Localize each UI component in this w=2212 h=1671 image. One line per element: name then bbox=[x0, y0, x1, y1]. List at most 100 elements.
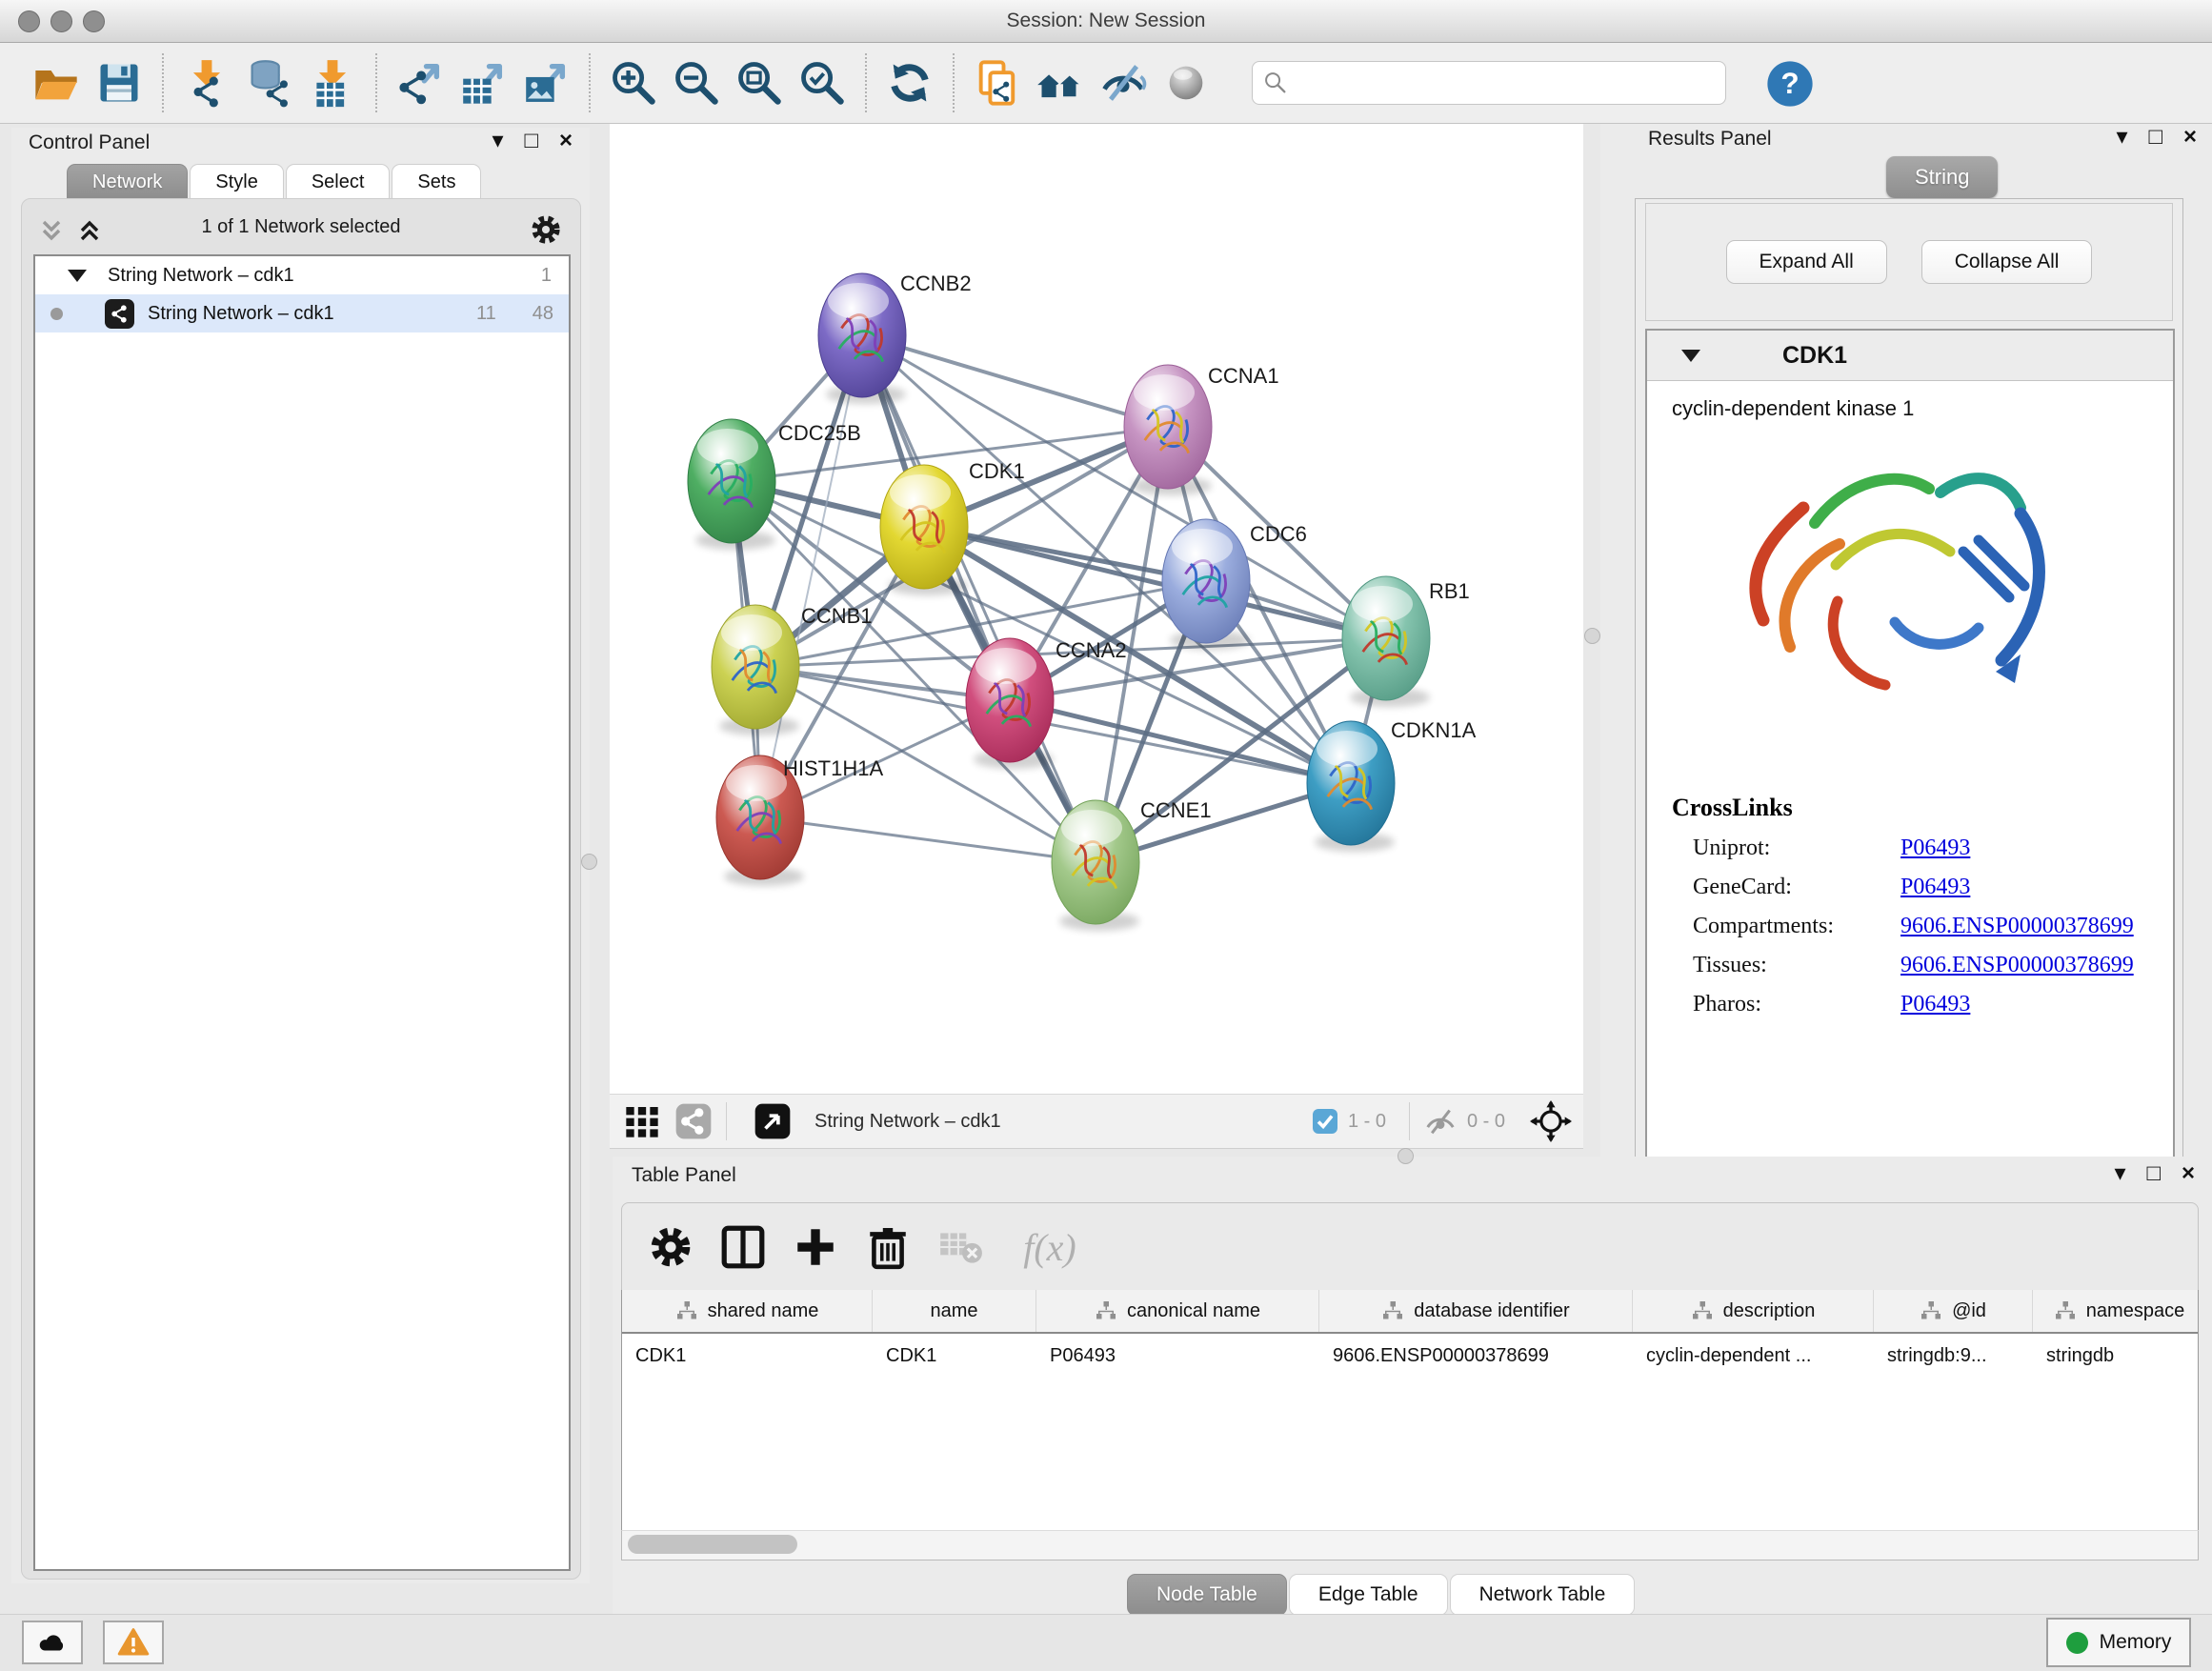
column-header-database-identifier[interactable]: database identifier bbox=[1319, 1290, 1633, 1332]
right-splitter-grip[interactable] bbox=[1584, 628, 1600, 644]
tab-select[interactable]: Select bbox=[286, 164, 391, 199]
crosslink-link[interactable]: 9606.ENSP00000378699 bbox=[1900, 953, 2134, 978]
column-header--id[interactable]: @id bbox=[1874, 1290, 2033, 1332]
node-CDC6[interactable]: CDC6 bbox=[1162, 519, 1307, 650]
export-network-button[interactable] bbox=[389, 50, 452, 116]
import-table-button[interactable] bbox=[301, 50, 364, 116]
tab-edge-table[interactable]: Edge Table bbox=[1289, 1574, 1448, 1616]
table-cell[interactable]: CDK1 bbox=[622, 1345, 873, 1367]
panel-menu-icon[interactable]: ▾ bbox=[2116, 126, 2127, 149]
node-CCNE1[interactable]: CCNE1 bbox=[1052, 798, 1212, 931]
close-panel-icon[interactable]: × bbox=[2182, 1162, 2195, 1185]
zoom-selected-button[interactable] bbox=[791, 50, 854, 116]
panel-menu-icon[interactable]: ▾ bbox=[492, 130, 503, 152]
zoom-in-button[interactable] bbox=[602, 50, 665, 116]
birds-eye-view-icon[interactable] bbox=[754, 1102, 792, 1140]
table-hscrollbar[interactable] bbox=[621, 1530, 2199, 1560]
tab-node-table[interactable]: Node Table bbox=[1127, 1574, 1287, 1616]
network-view-icon[interactable] bbox=[674, 1102, 713, 1140]
table-cell[interactable]: 9606.ENSP00000378699 bbox=[1319, 1345, 1633, 1367]
network-row[interactable]: String Network – cdk1 11 48 bbox=[35, 294, 569, 332]
bottom-splitter-grip[interactable] bbox=[1398, 1148, 1414, 1164]
left-splitter-grip[interactable] bbox=[581, 854, 597, 870]
zoom-out-button[interactable] bbox=[665, 50, 728, 116]
search-box[interactable] bbox=[1252, 61, 1726, 105]
close-panel-icon[interactable]: × bbox=[2183, 126, 2197, 149]
collapse-gene-icon[interactable] bbox=[1681, 350, 1700, 362]
column-header-namespace[interactable]: namespace bbox=[2033, 1290, 2199, 1332]
panel-menu-icon[interactable]: ▾ bbox=[2114, 1162, 2125, 1185]
crosslink-link[interactable]: 9606.ENSP00000378699 bbox=[1900, 914, 2134, 939]
memory-button[interactable]: Memory bbox=[2046, 1618, 2191, 1667]
table-cell[interactable]: stringdb:9... bbox=[1874, 1345, 2033, 1367]
node-CCNA1[interactable]: CCNA1 bbox=[1124, 364, 1279, 495]
tab-network-table[interactable]: Network Table bbox=[1450, 1574, 1636, 1616]
help-button[interactable]: ? bbox=[1759, 57, 1810, 109]
tab-sets[interactable]: Sets bbox=[392, 164, 481, 199]
tab-style[interactable]: Style bbox=[190, 164, 283, 199]
column-header-shared-name[interactable]: shared name bbox=[622, 1290, 873, 1332]
table-row[interactable]: CDK1CDK1P064939606.ENSP00000378699cyclin… bbox=[622, 1334, 2198, 1378]
collapse-all-button[interactable]: Collapse All bbox=[1921, 240, 2093, 284]
table-cell[interactable]: stringdb bbox=[2033, 1345, 2199, 1367]
first-neighbors-button[interactable] bbox=[1029, 50, 1092, 116]
toolbar-separator bbox=[865, 53, 867, 112]
duplicate-network-button[interactable] bbox=[966, 50, 1029, 116]
refresh-network-button[interactable] bbox=[878, 50, 941, 116]
show-columns-icon[interactable] bbox=[719, 1223, 767, 1271]
fit-selected-crosshair-icon[interactable] bbox=[1530, 1100, 1572, 1142]
crosslink-link[interactable]: P06493 bbox=[1900, 836, 1970, 861]
edge-CCNE1-CCNB2[interactable] bbox=[862, 335, 1096, 862]
cloud-status-button[interactable] bbox=[22, 1621, 83, 1664]
float-panel-icon[interactable]: □ bbox=[524, 130, 538, 152]
import-network-button[interactable] bbox=[175, 50, 238, 116]
delete-column-trash-icon[interactable] bbox=[864, 1223, 912, 1271]
expand-all-button[interactable]: Expand All bbox=[1726, 240, 1887, 284]
table-cell[interactable]: cyclin-dependent ... bbox=[1633, 1345, 1874, 1367]
crosslink-link[interactable]: P06493 bbox=[1900, 875, 1970, 900]
table-hscroll-thumb[interactable] bbox=[628, 1535, 797, 1554]
gene-section-header[interactable]: CDK1 bbox=[1647, 331, 2173, 381]
table-options-gear-icon[interactable] bbox=[647, 1223, 694, 1271]
save-session-button[interactable] bbox=[88, 50, 151, 116]
node-table[interactable]: shared namenamecanonical namedatabase id… bbox=[621, 1290, 2199, 1531]
node-CCNB1[interactable]: CCNB1 bbox=[712, 604, 873, 735]
edge-CCNE1-HIST1H1A[interactable] bbox=[760, 817, 1096, 862]
selected-items-checkbox-icon[interactable] bbox=[1312, 1108, 1338, 1135]
crosslink-label: Tissues: bbox=[1672, 953, 1900, 978]
warnings-button[interactable] bbox=[103, 1621, 164, 1664]
edge-CCNB2-CCNA1[interactable] bbox=[862, 335, 1168, 427]
import-network-from-database-button[interactable] bbox=[238, 50, 301, 116]
tab-network[interactable]: Network bbox=[67, 164, 188, 199]
string-results-tab[interactable]: String bbox=[1886, 156, 1998, 198]
create-column-plus-icon[interactable] bbox=[792, 1223, 839, 1271]
hidden-items-eye-slash-icon[interactable] bbox=[1423, 1107, 1458, 1136]
network-canvas[interactable]: CCNB2CCNA1CDC25BCDK1CDC6RB1CCNB1CCNA2CDK… bbox=[610, 124, 1583, 1094]
node-HIST1H1A[interactable]: HIST1H1A bbox=[716, 755, 883, 886]
export-table-button[interactable] bbox=[452, 50, 514, 116]
column-header-name[interactable]: name bbox=[873, 1290, 1036, 1332]
open-session-button[interactable] bbox=[25, 50, 88, 116]
crosslink-link[interactable]: P06493 bbox=[1900, 992, 1970, 1017]
edge-CCNB2-HIST1H1A[interactable] bbox=[760, 335, 862, 817]
table-cell[interactable]: P06493 bbox=[1036, 1345, 1319, 1367]
column-header-canonical-name[interactable]: canonical name bbox=[1036, 1290, 1319, 1332]
close-panel-icon[interactable]: × bbox=[559, 130, 573, 152]
collapse-collection-icon[interactable] bbox=[68, 270, 87, 282]
crosslink-row: Compartments:9606.ENSP00000378699 bbox=[1672, 914, 2148, 939]
column-header-description[interactable]: description bbox=[1633, 1290, 1874, 1332]
network-options-gear-icon[interactable] bbox=[529, 212, 563, 247]
search-input[interactable] bbox=[1289, 65, 1725, 101]
selected-nodes-edges-count: 1 - 0 bbox=[1348, 1111, 1386, 1133]
export-image-button[interactable] bbox=[514, 50, 577, 116]
zoom-fit-content-button[interactable] bbox=[728, 50, 791, 116]
table-cell[interactable]: CDK1 bbox=[873, 1345, 1036, 1367]
network-collection-row[interactable]: String Network – cdk1 1 bbox=[35, 256, 569, 294]
node-CDKN1A[interactable]: CDKN1A bbox=[1307, 718, 1477, 852]
float-panel-icon[interactable]: □ bbox=[2146, 1162, 2161, 1185]
float-panel-icon[interactable]: □ bbox=[2148, 126, 2162, 149]
show-all-button[interactable] bbox=[1155, 50, 1217, 116]
node-RB1[interactable]: RB1 bbox=[1342, 576, 1470, 707]
show-grid-icon[interactable] bbox=[623, 1102, 661, 1140]
hide-selected-button[interactable] bbox=[1092, 50, 1155, 116]
